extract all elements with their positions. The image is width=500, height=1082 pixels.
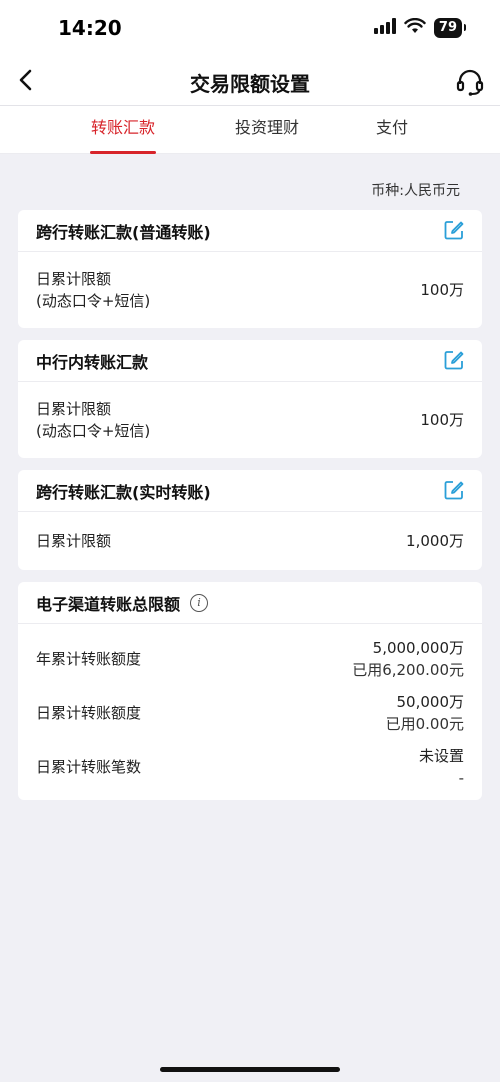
card-header: 跨行转账汇款(实时转账) [18,470,482,512]
electronic-rows: 年累计转账额度 5,000,000万 已用6,200.00元 日累计转账额度 5… [18,624,482,800]
card-intrabank: 中行内转账汇款 日累计限额 (动态口令+短信) 100万 [18,340,482,458]
status-icons: 79 [373,17,467,38]
limit-label: 日累计限额 (动态口令+短信) [36,268,150,312]
currency-label: 币种:人民币元 [371,183,460,199]
row-value-main: 未设置 [418,747,464,765]
limit-row: 日累计限额 (动态口令+短信) 100万 [18,252,482,328]
row-label: 年累计转账额度 [36,650,142,668]
card-title: 中行内转账汇款 [36,352,149,372]
tab-payment[interactable]: 支付 [372,106,412,154]
row-value-main: 50,000万 [396,693,465,711]
row-value: 5,000,000万 已用6,200.00元 [352,637,464,681]
wifi-icon [404,17,426,38]
limit-row: 日累计限额 1,000万 [18,512,482,570]
limit-label-line2: (动态口令+短信) [36,422,151,440]
card-title: 跨行转账汇款(实时转账) [36,482,211,502]
edit-icon[interactable] [444,350,466,372]
tab-transfer[interactable]: 转账汇款 [90,106,156,154]
edit-icon[interactable] [444,480,466,502]
row-value-used: 已用0.00元 [385,715,464,733]
card-interbank-normal: 跨行转账汇款(普通转账) 日累计限额 (动态口令+短信) 100万 [18,210,482,328]
limit-label: 日累计限额 (动态口令+短信) [36,398,150,442]
row-value: 未设置 - [419,745,464,789]
status-time: 14:20 [58,16,122,40]
battery-indicator: 79 [433,18,467,38]
row-value-main: 5,000,000万 [372,639,464,657]
card-header: 跨行转账汇款(普通转账) [18,210,482,252]
tab-bar: 转账汇款 投资理财 支付 [0,106,500,154]
headset-icon [456,69,484,96]
limit-label-line2: (动态口令+短信) [36,292,151,310]
limit-label-line1: 日累计限额 [36,400,112,418]
row-value-used: 已用6,200.00元 [352,661,464,679]
header-area: 14:20 79 交易限额设置 转账汇款 投资理财 支付 [0,0,500,154]
home-indicator[interactable] [160,1067,340,1072]
card-header: 中行内转账汇款 [18,340,482,382]
daily-limit-row: 日累计转账额度 50,000万 已用0.00元 [18,686,482,740]
row-value: 50,000万 已用0.00元 [386,691,464,735]
row-label: 日累计转账笔数 [36,758,142,776]
row-value-used: - [458,769,464,787]
page-title: 交易限额设置 [190,72,310,96]
card-electronic-channel: 电子渠道转账总限额 i 年累计转账额度 5,000,000万 已用6,200.0… [18,582,482,800]
edit-icon[interactable] [444,220,466,242]
tab-investment[interactable]: 投资理财 [233,106,301,154]
status-bar: 14:20 79 [0,0,500,56]
annual-limit-row: 年累计转账额度 5,000,000万 已用6,200.00元 [18,632,482,686]
limit-label-line1: 日累计限额 [36,270,112,288]
info-icon[interactable]: i [190,593,209,612]
limit-value: 100万 [420,411,464,429]
nav-bar: 交易限额设置 [0,56,500,106]
limit-row: 日累计限额 (动态口令+短信) 100万 [18,382,482,458]
daily-count-row: 日累计转账笔数 未设置 - [18,740,482,794]
customer-service-button[interactable] [452,64,488,100]
limit-label: 日累计限额 [36,532,112,550]
signal-icon [373,18,396,38]
row-label: 日累计转账额度 [36,704,142,722]
limit-value: 1,000万 [406,532,464,550]
card-title: 跨行转账汇款(普通转账) [36,222,211,242]
card-interbank-realtime: 跨行转账汇款(实时转账) 日累计限额 1,000万 [18,470,482,570]
card-header: 电子渠道转账总限额 i [18,582,482,624]
limit-value: 100万 [420,281,464,299]
card-title: 电子渠道转账总限额 [36,594,181,614]
